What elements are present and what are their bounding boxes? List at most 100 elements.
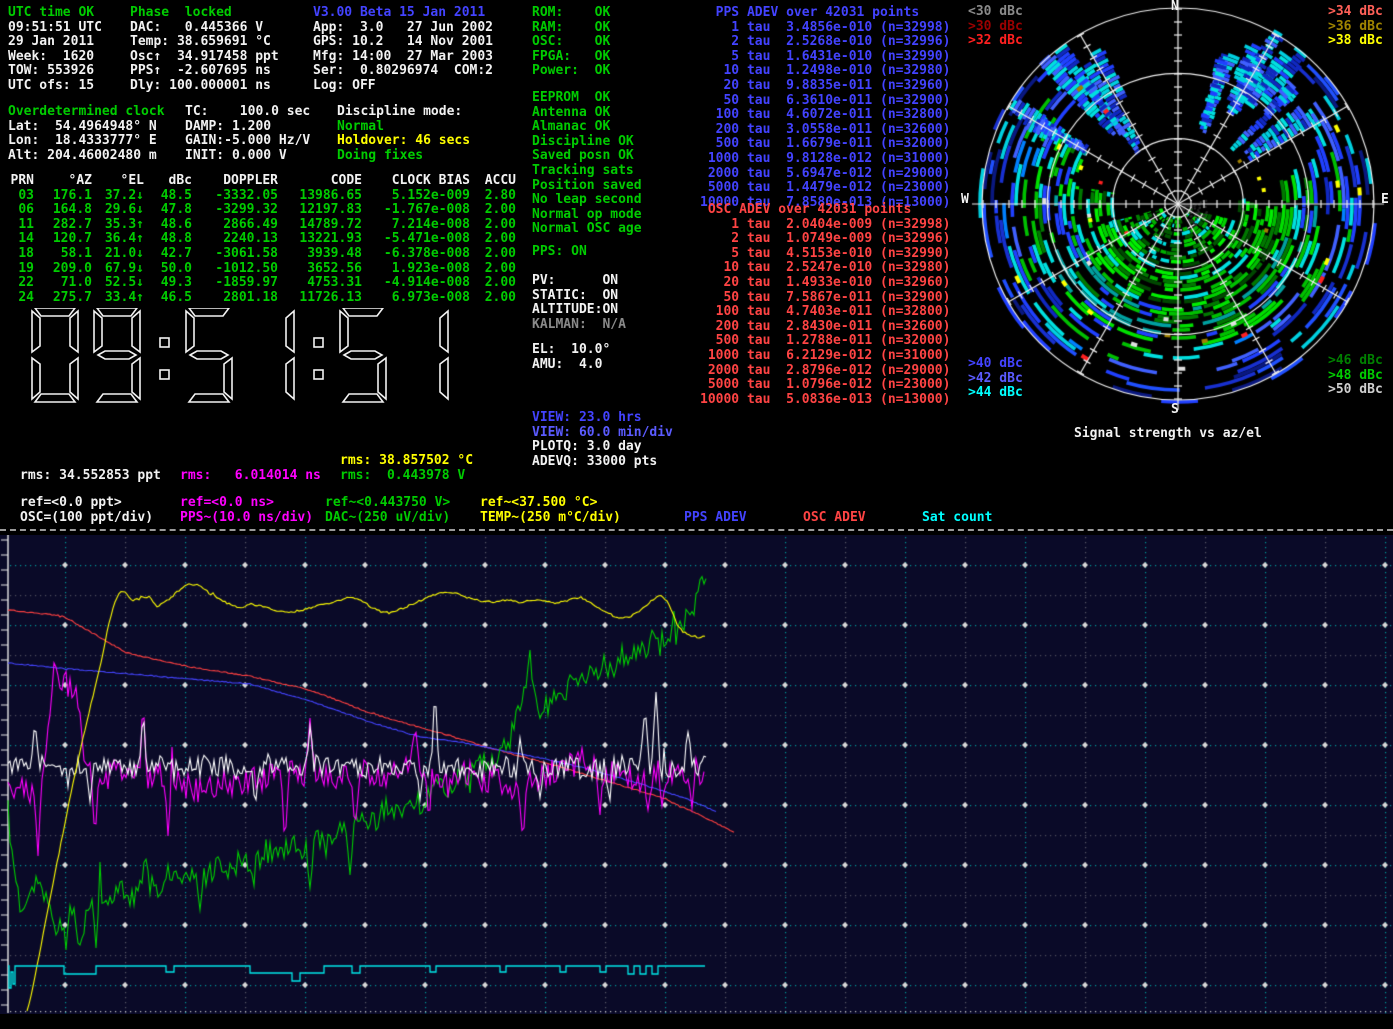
clock-segment (98, 351, 136, 359)
cell: 29.6↓ (92, 203, 144, 218)
clock-segment (35, 308, 75, 316)
clock-segment (94, 311, 102, 352)
text-line: ref~<37.500 °C> (480, 496, 621, 511)
text-line: >36 dBc (1328, 20, 1383, 35)
rms-readout: rms: 0.443978 V (340, 469, 465, 484)
osc-adev-table: OSC ADEV over 42031 points 1 tau 2.0404e… (700, 203, 950, 407)
text-line: OSC=(100 ppt/div) (20, 511, 153, 526)
cell: °AZ (34, 174, 92, 189)
cell: 7.214e-008 (362, 218, 470, 233)
plot-ref-scale: ref=<0.0 ppt>OSC=(100 ppt/div) (20, 496, 153, 525)
clock-segment (340, 311, 348, 352)
adev-row: 100 tau 4.6072e-011 (n=32800) (700, 108, 950, 123)
cell: 2.00 (470, 276, 516, 291)
legend-sat-count: Sat count (922, 511, 992, 526)
cell: 33.4↑ (92, 291, 144, 306)
strip-chart[interactable] (0, 535, 1393, 1014)
elevation-panel: EL: 10.0°AMU: 4.0 (532, 343, 610, 372)
oscillator-panel: Phase lockedDAC: 0.445366 VTemp: 38.6596… (130, 6, 279, 94)
text-line: Doing fixes (337, 149, 470, 164)
cell: 11 (8, 218, 34, 233)
text-line: App: 3.0 27 Jun 2002 (313, 21, 493, 36)
cell: -1859.97 (192, 276, 278, 291)
text-line: TEMP~(250 m°C/div) (480, 511, 621, 526)
text-line: GPS: 10.2 14 Nov 2001 (313, 35, 493, 50)
clock-segment (343, 394, 383, 402)
cell: 275.7 (34, 291, 92, 306)
adev-row: 1000 tau 9.8128e-012 (n=31000) (700, 152, 950, 167)
text-line: >42 dBc (968, 372, 1023, 387)
text-line: ROM: OK (532, 6, 610, 21)
cell: 2.80 (470, 189, 516, 204)
text-line: >50 dBc (1328, 383, 1383, 398)
clock-segment (378, 358, 386, 399)
clock-segment (97, 394, 137, 402)
cell: 52.5↓ (92, 276, 144, 291)
cell: 48.5 (144, 189, 192, 204)
cell: -4.914e-008 (362, 276, 470, 291)
adev-row: 10 tau 1.2498e-010 (n=32980) (700, 64, 950, 79)
cell: 5.152e-009 (362, 189, 470, 204)
text-line: Discipline mode: (337, 105, 470, 120)
plot-ref-scale: ref~<37.500 °C>TEMP~(250 m°C/div) (480, 496, 621, 525)
text-line: ADEVQ: 33000 pts (532, 455, 673, 470)
text-line: EEPROM OK (532, 91, 642, 106)
clock-colon-dot (314, 370, 323, 379)
clock-segment (132, 311, 140, 352)
text-line: >38 dBc (1328, 34, 1383, 49)
cell: CLOCK BIAS (362, 174, 470, 189)
receiver-mode-panel: PV: ONSTATIC: ONALTITUDE:ONKALMAN: N/A (532, 274, 626, 332)
big-clock (30, 308, 470, 412)
cell: 06 (8, 203, 34, 218)
clock-segment (286, 358, 294, 399)
cell: -1.767e-008 (362, 203, 470, 218)
cell: 282.7 (34, 218, 92, 233)
cell: 2.00 (470, 291, 516, 306)
cell: -5.471e-008 (362, 232, 470, 247)
text-line: TC: 100.0 sec (185, 105, 310, 120)
cell: 209.0 (34, 262, 92, 277)
text-line: ALTITUDE:ON (532, 303, 626, 318)
clock-colon-dot (160, 338, 169, 347)
cell: 47.8 (144, 203, 192, 218)
rms-readout: rms: 34.552853 ppt (20, 469, 161, 484)
adev-row: 200 tau 2.8430e-011 (n=32600) (700, 320, 950, 335)
cell: 3939.48 (278, 247, 362, 262)
text-line: Tracking sats (532, 164, 642, 179)
text-line: Antenna OK (532, 106, 642, 121)
cell: 4753.31 (278, 276, 362, 291)
time-panel: UTC time OK09:51:51 UTC29 Jan 2011Week: … (8, 6, 102, 94)
adev-row: 50 tau 7.5867e-011 (n=32900) (700, 291, 950, 306)
cell: 120.7 (34, 232, 92, 247)
adev-row: 2 tau 1.0749e-009 (n=32996) (700, 232, 950, 247)
text-line: Position saved (532, 179, 642, 194)
discipline-mode-panel: Discipline mode:NormalHoldover: 46 secsD… (337, 105, 470, 163)
text-line: PLOTQ: 3.0 day (532, 440, 673, 455)
text-line: TOW: 553926 (8, 64, 102, 79)
clock-segment (35, 394, 75, 402)
text-line: 09:51:51 UTC (8, 21, 102, 36)
sat-table-header: PRN°AZ°ELdBcDOPPLERCODECLOCK BIASACCU (8, 174, 516, 189)
plot-separator (0, 529, 1393, 531)
text-line: VIEW: 23.0 hrs (532, 411, 673, 426)
text-line: Osc↑ 34.917458 ppt (130, 50, 279, 65)
dbc-scale-mid: >34 dBc>36 dBc>38 dBc (1328, 5, 1383, 49)
text-line: KALMAN: N/A (532, 318, 626, 333)
text-line: rms: 34.552853 ppt (20, 469, 161, 484)
health-panel: ROM: OKRAM: OKOSC: OKFPGA: OKPower: OK (532, 6, 610, 79)
cell: 48.6 (144, 218, 192, 233)
text-line: OSC: OK (532, 35, 610, 50)
clock-segment (132, 358, 140, 399)
adev-row: 10 tau 2.5247e-010 (n=32980) (700, 261, 950, 276)
clock-segment (32, 311, 40, 352)
text-line: >34 dBc (1328, 5, 1383, 20)
version-panel: V3.00 Beta 15 Jan 2011App: 3.0 27 Jun 20… (313, 6, 493, 94)
cell: 2.00 (470, 262, 516, 277)
cell: -3299.32 (192, 203, 278, 218)
cell: DOPPLER (192, 174, 278, 189)
cell: 18 (8, 247, 34, 262)
text-line: GAIN:-5.000 Hz/V (185, 134, 310, 149)
pps-state-label: PPS: ON (532, 245, 587, 260)
text-line: Discipline OK (532, 135, 642, 150)
dbc-scale-low: <30 dBc>30 dBc>32 dBc (968, 5, 1023, 49)
